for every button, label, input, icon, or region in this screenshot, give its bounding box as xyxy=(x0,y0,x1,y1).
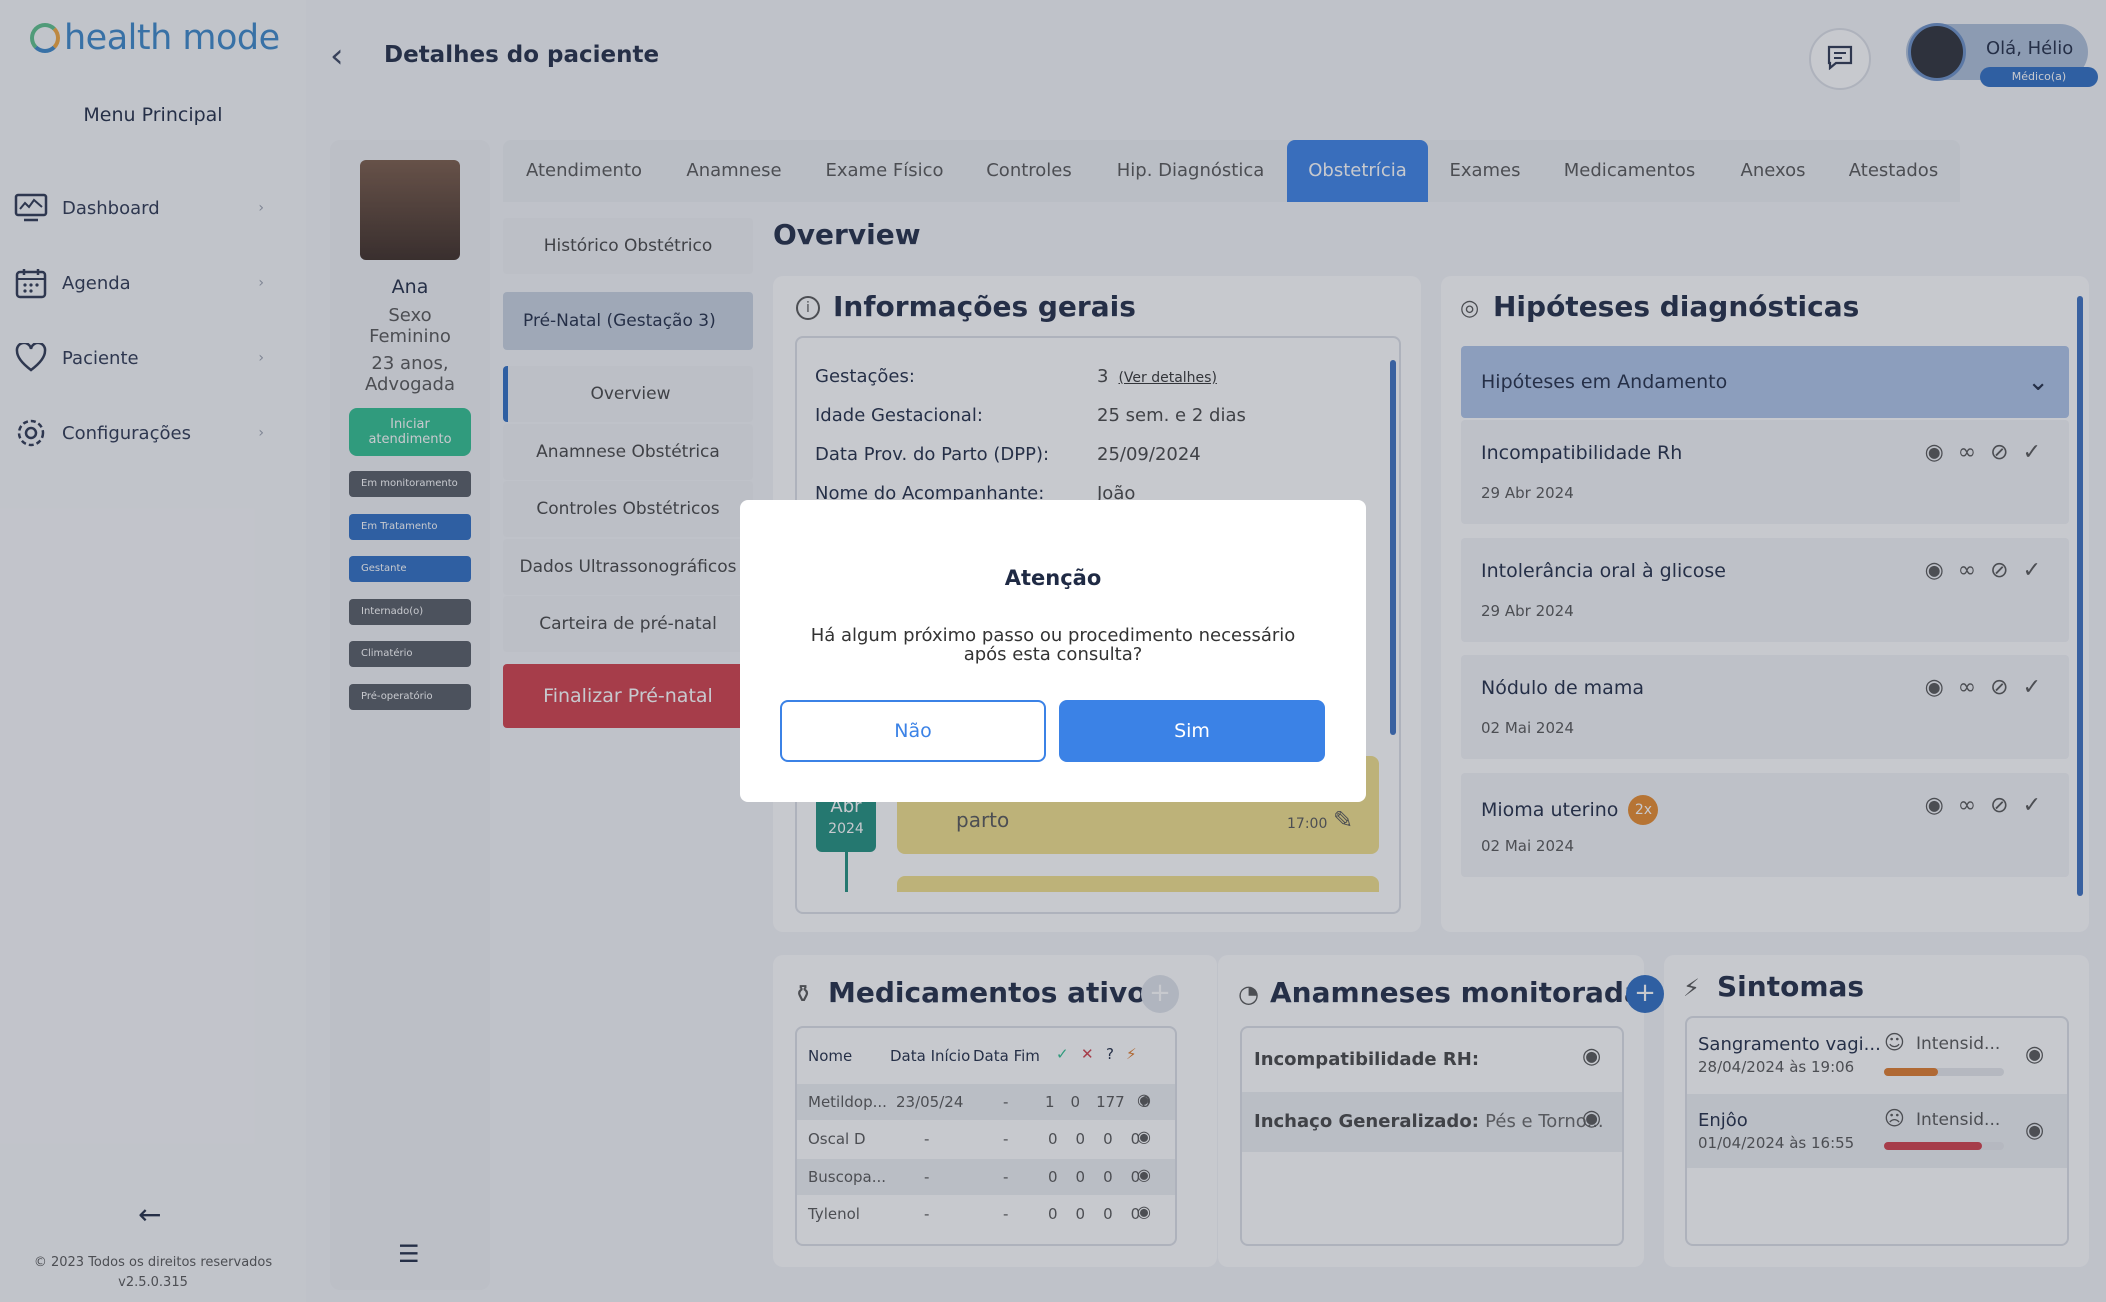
dialog-title: Atenção xyxy=(1004,566,1102,590)
no-button[interactable]: Não xyxy=(780,700,1046,762)
dialog-message: Há algum próximo passo ou procedimento n… xyxy=(810,625,1296,665)
yes-button[interactable]: Sim xyxy=(1059,700,1325,762)
